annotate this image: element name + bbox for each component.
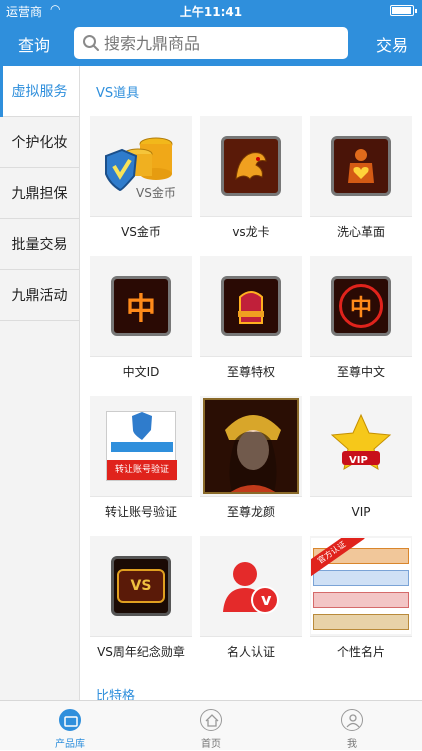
folder-icon [59,709,81,731]
query-button[interactable]: 查询 [18,32,50,56]
product-name: 名人认证 [200,636,302,668]
tab-label: 我 [347,739,357,750]
search-box[interactable] [74,27,348,59]
product-name: 至尊特权 [200,356,302,388]
thumb-caption: 中 [126,292,156,327]
thumb-caption: 中 [349,296,372,321]
thumb-caption: 转让账号验证 [107,460,177,480]
product-card[interactable]: VIP VIP [310,396,412,528]
chinese-id-icon: 中 [90,256,192,356]
account-transfer-icon: 转让账号验证 [90,396,192,496]
name-card-icon: 官方认证 [310,536,412,636]
category-sidebar: 虚拟服务 个护化妆 九鼎担保 批量交易 九鼎活动 [0,66,80,700]
tab-home[interactable]: 首页 [141,701,281,751]
product-content: VS道具 VS金币 VS金币 vs龙卡 洗心革面 中 中文ID 至尊特权 中 至… [81,66,422,700]
sidebar-item-label: 个护化妆 [11,135,68,151]
user-icon [341,709,363,731]
product-card[interactable]: 中 至尊中文 [310,256,412,388]
tab-label: 产品库 [55,739,85,750]
sidebar-item-bulk-trade[interactable]: 批量交易 [0,219,79,270]
sidebar-item-activities[interactable]: 九鼎活动 [0,270,79,321]
tab-products[interactable]: 产品库 [0,701,140,751]
vip-crown-icon: VIP [310,396,412,496]
sidebar-item-guarantee[interactable]: 九鼎担保 [0,168,79,219]
product-name: 个性名片 [310,636,412,668]
product-name: VS金币 [90,216,192,248]
sidebar-item-label: 九鼎活动 [11,288,68,304]
product-card[interactable]: 至尊特权 [200,256,302,388]
product-name: 转让账号验证 [90,496,192,528]
thumb-caption: VS金币 [136,186,176,200]
heart-warrior-icon [310,116,412,216]
sidebar-item-virtual-services[interactable]: 虚拟服务 [0,66,79,117]
throne-icon [200,256,302,356]
dragon-card-icon [200,116,302,216]
next-section-title: 比特格 [96,689,136,700]
top-nav-bar: 查询 交易 [0,20,422,66]
product-name: 中文ID [90,356,192,388]
product-card[interactable]: VS金币 VS金币 [90,116,192,248]
battery-icon [390,5,417,16]
supreme-chinese-icon: 中 [310,256,412,356]
thumb-caption: VS [130,578,152,594]
sidebar-item-label: 虚拟服务 [11,84,68,100]
product-card[interactable]: VS VS周年纪念勋章 [90,536,192,668]
product-card[interactable]: vs龙卡 [200,116,302,248]
sidebar-item-label: 批量交易 [11,237,68,253]
product-card[interactable]: 中 中文ID [90,256,192,388]
section-title: VS道具 [96,86,140,101]
trade-button[interactable]: 交易 [376,32,408,56]
empress-portrait-icon [200,396,302,496]
product-card[interactable]: v 名人认证 [200,536,302,668]
clock: 上午11:41 [179,5,243,19]
celebrity-verify-icon: v [200,536,302,636]
thumb-caption: v [261,590,272,609]
product-card[interactable]: 官方认证 个性名片 [310,536,412,668]
vs-gold-coins-icon: VS金币 [90,116,192,216]
bottom-tab-bar: 产品库 首页 我 [0,700,422,750]
tab-label: 首页 [201,739,221,750]
product-name: 至尊中文 [310,356,412,388]
search-input[interactable] [104,27,340,59]
product-name: VIP [310,496,412,528]
product-card[interactable]: 洗心革面 [310,116,412,248]
status-bar: 运营商 ◠ 上午11:41 [0,0,422,20]
product-card[interactable]: 至尊龙颜 [200,396,302,528]
product-card[interactable]: 转让账号验证 转让账号验证 [90,396,192,528]
thumb-caption: VIP [349,455,368,466]
anniversary-medal-icon: VS [90,536,192,636]
product-name: 至尊龙颜 [200,496,302,528]
tab-me[interactable]: 我 [282,701,422,751]
sidebar-item-label: 九鼎担保 [11,186,68,202]
search-icon [83,35,99,51]
product-name: VS周年纪念勋章 [90,636,192,668]
sidebar-item-personal-care[interactable]: 个护化妆 [0,117,79,168]
product-name: vs龙卡 [200,216,302,248]
home-icon [200,709,222,731]
product-name: 洗心革面 [310,216,412,248]
